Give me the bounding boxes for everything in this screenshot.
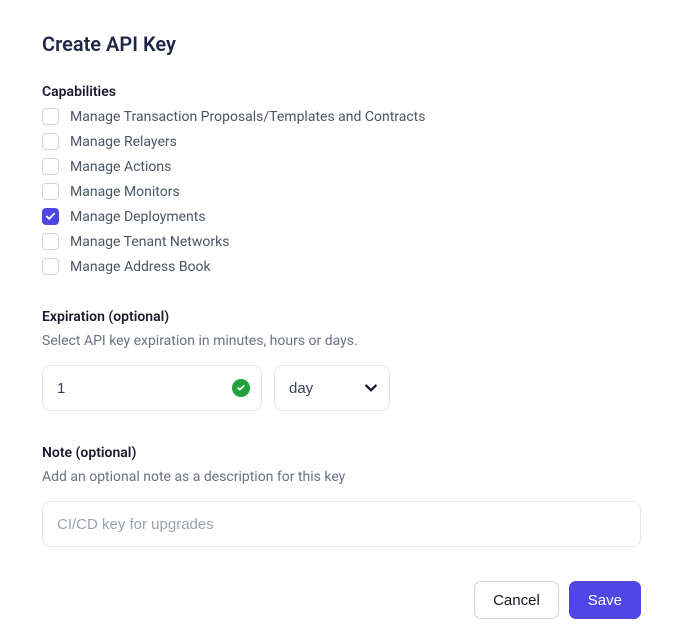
capability-label[interactable]: Manage Deployments xyxy=(70,209,206,225)
capability-checkbox[interactable] xyxy=(42,183,59,200)
capability-row: Manage Transaction Proposals/Templates a… xyxy=(42,108,641,125)
capability-row: Manage Actions xyxy=(42,158,641,175)
expiration-value-input[interactable] xyxy=(42,365,262,411)
capabilities-list: Manage Transaction Proposals/Templates a… xyxy=(42,108,641,275)
capability-label[interactable]: Manage Tenant Networks xyxy=(70,234,229,250)
capability-row: Manage Deployments xyxy=(42,208,641,225)
capability-checkbox[interactable] xyxy=(42,258,59,275)
valid-check-icon xyxy=(232,379,250,397)
expiration-value-wrap xyxy=(42,365,262,411)
capability-label[interactable]: Manage Relayers xyxy=(70,134,177,150)
capability-label[interactable]: Manage Address Book xyxy=(70,259,211,275)
note-input[interactable] xyxy=(42,501,641,547)
save-button[interactable]: Save xyxy=(569,581,641,619)
capability-row: Manage Relayers xyxy=(42,133,641,150)
expiration-label: Expiration (optional) xyxy=(42,309,641,325)
note-helper: Add an optional note as a description fo… xyxy=(42,469,641,485)
capability-checkbox[interactable] xyxy=(42,208,59,225)
capability-label[interactable]: Manage Actions xyxy=(70,159,171,175)
capabilities-label: Capabilities xyxy=(42,84,641,100)
capability-label[interactable]: Manage Monitors xyxy=(70,184,180,200)
capability-row: Manage Tenant Networks xyxy=(42,233,641,250)
capability-label[interactable]: Manage Transaction Proposals/Templates a… xyxy=(70,109,426,125)
expiration-unit-select[interactable]: day xyxy=(274,365,390,411)
expiration-unit-wrap: day xyxy=(274,365,390,411)
capability-checkbox[interactable] xyxy=(42,233,59,250)
note-label: Note (optional) xyxy=(42,445,641,461)
capability-checkbox[interactable] xyxy=(42,108,59,125)
capability-row: Manage Monitors xyxy=(42,183,641,200)
expiration-row: day xyxy=(42,365,641,411)
button-row: Cancel Save xyxy=(42,581,641,619)
expiration-helper: Select API key expiration in minutes, ho… xyxy=(42,333,641,349)
capability-checkbox[interactable] xyxy=(42,133,59,150)
capability-checkbox[interactable] xyxy=(42,158,59,175)
capability-row: Manage Address Book xyxy=(42,258,641,275)
cancel-button[interactable]: Cancel xyxy=(474,581,559,619)
page-title: Create API Key xyxy=(42,32,641,56)
check-icon xyxy=(45,211,56,222)
